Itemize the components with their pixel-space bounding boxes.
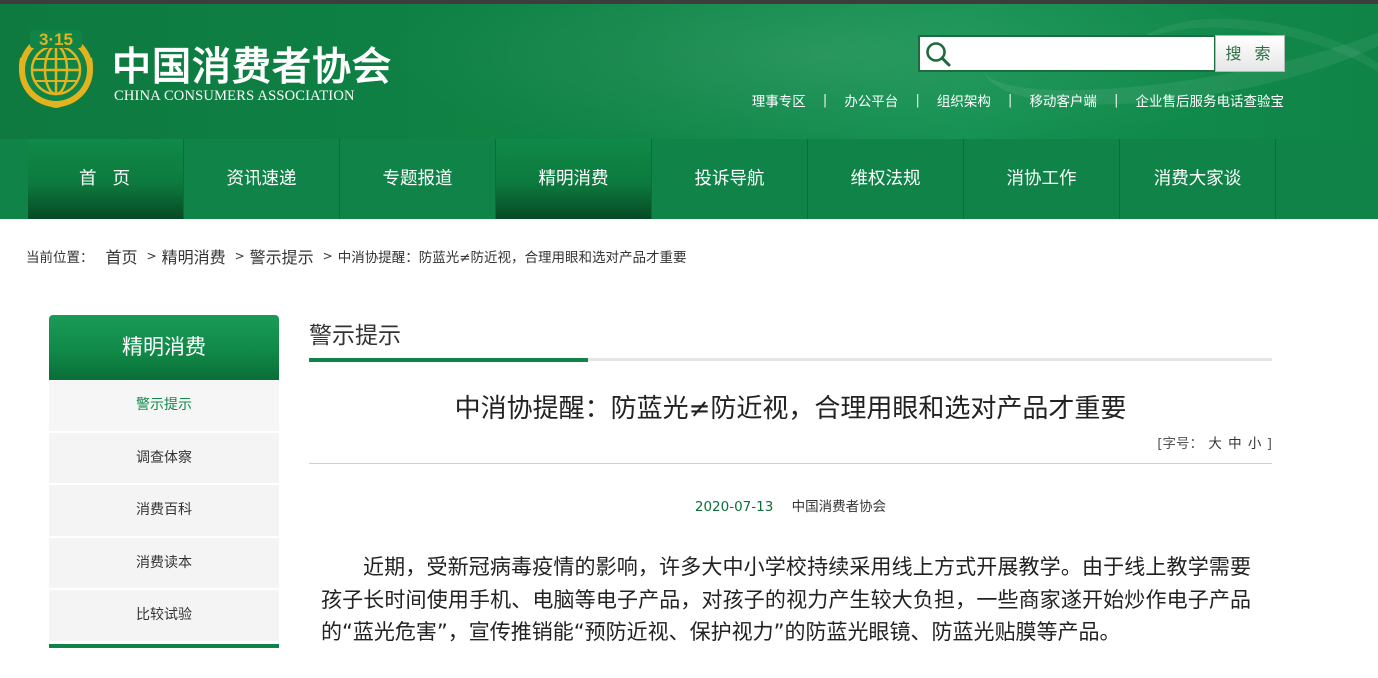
- search-box: [918, 35, 1216, 72]
- link-separator: |: [915, 92, 920, 108]
- sidebar-item-investigations[interactable]: 调查体察: [49, 432, 279, 485]
- nav-item-rights-laws[interactable]: 维权法规: [808, 139, 964, 219]
- link-separator: |: [1007, 92, 1013, 108]
- sidebar-item-comparison-tests[interactable]: 比较试验: [49, 590, 279, 643]
- top-link-office[interactable]: 办公平台: [844, 90, 898, 110]
- search-button[interactable]: 搜 索: [1215, 35, 1285, 72]
- sidebar: 精明消费 警示提示 调查体察 消费百科 消费读本 比较试验: [49, 315, 279, 648]
- search-icon: [926, 42, 951, 67]
- article-date: 2020-07-13: [694, 499, 774, 515]
- sidebar-title: 精明消费: [49, 315, 279, 380]
- article-title: 中消协提醒：防蓝光≠防近视，合理用眼和选对产品才重要: [454, 394, 1127, 424]
- breadcrumb-smart-consumption[interactable]: 精明消费: [162, 244, 226, 268]
- top-links: 理事专区 | 办公平台 | 组织架构 | 移动客户端 | 企业售后服务电话查验宝: [752, 90, 1284, 110]
- nav-item-smart-consumption[interactable]: 精明消费: [496, 139, 652, 219]
- main-nav: 首页 资讯速递 专题报道 精明消费 投诉导航 维权法规 消协工作 消费大家谈: [0, 139, 1378, 219]
- breadcrumb-current: 中消协提醒：防蓝光≠防近视，合理用眼和选对产品才重要: [337, 250, 687, 266]
- article-paragraph: 近期，受新冠病毒疫情的影响，许多大中小学校持续采用线上方式开展教学。由于线上教学…: [321, 555, 1251, 644]
- link-separator: |: [822, 92, 828, 108]
- emblem-text: 3·15: [39, 30, 73, 49]
- cca-emblem-logo-icon[interactable]: 3·15: [16, 28, 96, 108]
- font-size-small-button[interactable]: 小: [1248, 436, 1262, 452]
- breadcrumb-warnings[interactable]: 警示提示: [250, 244, 314, 268]
- font-size-large-button[interactable]: 大: [1208, 436, 1222, 452]
- breadcrumb-arrow: >: [146, 249, 157, 263]
- nav-item-complaint-guide[interactable]: 投诉导航: [652, 139, 808, 219]
- nav-item-association-work[interactable]: 消协工作: [964, 139, 1120, 219]
- section-divider-accent: [309, 358, 588, 362]
- nav-item-home[interactable]: 首页: [28, 139, 184, 219]
- sidebar-item-encyclopedia[interactable]: 消费百科: [49, 485, 279, 538]
- nav-item-news[interactable]: 资讯速递: [184, 139, 340, 219]
- top-link-council[interactable]: 理事专区: [752, 90, 806, 110]
- sidebar-item-reader[interactable]: 消费读本: [49, 537, 279, 590]
- top-link-mobile[interactable]: 移动客户端: [1029, 90, 1097, 110]
- section-title: 警示提示: [309, 323, 401, 349]
- breadcrumb-prefix: 当前位置：: [26, 250, 94, 266]
- top-link-organization[interactable]: 组织架构: [937, 90, 991, 110]
- article-divider: [309, 463, 1272, 464]
- top-link-service-phone[interactable]: 企业售后服务电话查验宝: [1136, 90, 1285, 110]
- font-size-medium-button[interactable]: 中: [1228, 436, 1242, 452]
- breadcrumb-arrow: >: [322, 249, 333, 263]
- breadcrumb: 当前位置： 首页 > 精明消费 > 警示提示 > 中消协提醒：防蓝光≠防近视，合…: [26, 244, 687, 268]
- article-meta: 2020-07-13 中国消费者协会: [309, 495, 1272, 515]
- search-input[interactable]: [956, 41, 1208, 67]
- site-header: 3·15 中国消费者协会 CHINA CONSUMERS ASSOCIATION…: [0, 4, 1378, 139]
- article-source: 中国消费者协会: [791, 499, 887, 515]
- font-size-suffix: ]: [1266, 436, 1272, 452]
- breadcrumb-arrow: >: [234, 249, 245, 263]
- site-logo-english[interactable]: CHINA CONSUMERS ASSOCIATION: [114, 88, 355, 105]
- link-separator: |: [1113, 92, 1119, 108]
- sidebar-bottom-bar: [49, 644, 279, 648]
- font-size-prefix: [字号：: [1157, 436, 1204, 452]
- site-logo-chinese[interactable]: 中国消费者协会: [112, 36, 392, 92]
- breadcrumb-home[interactable]: 首页: [106, 244, 138, 268]
- nav-item-consumer-forum[interactable]: 消费大家谈: [1120, 139, 1276, 219]
- sidebar-item-warnings[interactable]: 警示提示: [49, 380, 279, 433]
- nav-item-special-reports[interactable]: 专题报道: [340, 139, 496, 219]
- font-size-switcher: [字号： 大 中 小 ]: [1157, 432, 1272, 452]
